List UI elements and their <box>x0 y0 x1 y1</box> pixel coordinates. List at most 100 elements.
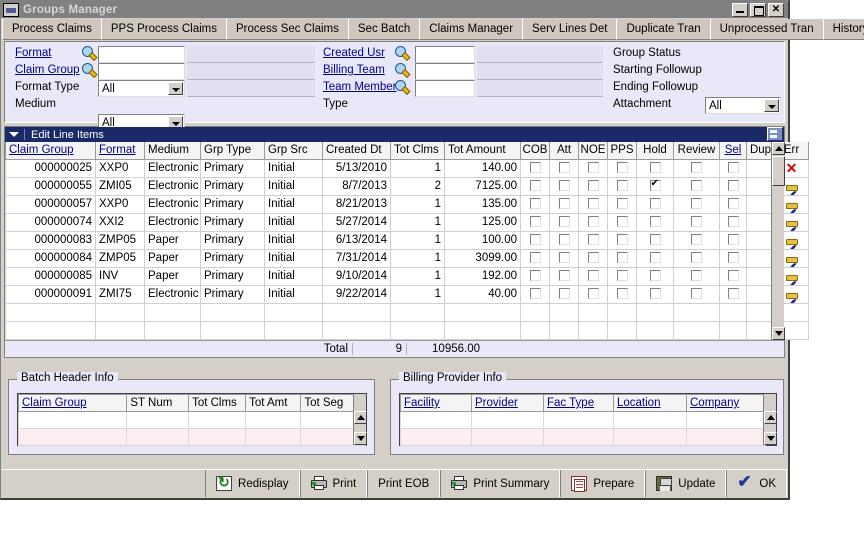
billing-provider-scrollbar[interactable] <box>763 394 777 445</box>
cell-hold-checkbox[interactable] <box>636 285 674 304</box>
cob-checkbox[interactable] <box>529 288 541 300</box>
cell-att-checkbox[interactable] <box>549 195 579 214</box>
cell-claim-group[interactable]: 000000055 <box>5 177 96 196</box>
scroll-down-icon[interactable] <box>764 432 777 445</box>
scroll-thumb[interactable] <box>772 156 785 186</box>
pps-checkbox[interactable] <box>616 198 628 210</box>
cell-review-checkbox[interactable] <box>673 159 720 178</box>
cell-noe-checkbox[interactable] <box>578 195 608 214</box>
group-status-select[interactable]: All <box>705 97 781 114</box>
cell-grp-type[interactable]: Primary <box>200 195 265 214</box>
cell-format[interactable]: XXI2 <box>95 213 145 232</box>
cell-grp-src[interactable] <box>264 303 323 322</box>
cell-cob-checkbox[interactable] <box>520 285 550 304</box>
cell-hold-checkbox[interactable] <box>636 159 674 178</box>
cell-review-checkbox[interactable] <box>673 195 720 214</box>
cell-tot-clms[interactable]: 1 <box>390 285 445 304</box>
cell-medium[interactable]: Electronic <box>144 159 201 178</box>
cell-review-checkbox[interactable] <box>673 321 720 340</box>
cell-tot-amount[interactable]: 7125.00 <box>444 177 521 196</box>
cell-created-dt[interactable]: 5/13/2010 <box>322 159 391 178</box>
cell-review-checkbox[interactable] <box>673 285 720 304</box>
col-batch-claim-group[interactable]: Claim Group <box>17 394 128 412</box>
cell-att-checkbox[interactable] <box>549 177 579 196</box>
cell-tot-amount[interactable]: 125.00 <box>444 213 521 232</box>
cell-sel-checkbox[interactable] <box>719 159 747 178</box>
cell-claim-group[interactable]: 000000057 <box>5 195 96 214</box>
claim-group-link[interactable]: Claim Group <box>15 64 80 76</box>
cell-pps-checkbox[interactable] <box>607 159 637 178</box>
cell-grp-type[interactable]: Primary <box>200 285 265 304</box>
cell-cob-checkbox[interactable] <box>520 195 550 214</box>
noe-checkbox[interactable] <box>587 162 599 174</box>
cell-claim-group[interactable]: 000000083 <box>5 231 96 250</box>
cell-sel-checkbox[interactable] <box>719 285 747 304</box>
created-usr-input[interactable] <box>415 46 475 63</box>
cell-sel-checkbox[interactable] <box>719 231 747 250</box>
col-format[interactable]: Format <box>95 142 145 160</box>
cell-medium[interactable]: Electronic <box>144 213 201 232</box>
noe-checkbox[interactable] <box>587 198 599 210</box>
cell-review-checkbox[interactable] <box>673 231 720 250</box>
hold-checkbox[interactable] <box>649 252 661 264</box>
cell-created-dt[interactable]: 9/10/2014 <box>322 267 391 286</box>
cell-created-dt[interactable]: 8/7/2013 <box>322 177 391 196</box>
cell-cob-checkbox[interactable] <box>520 267 550 286</box>
sel-checkbox[interactable] <box>727 162 739 174</box>
col-cob[interactable]: COB <box>520 142 550 160</box>
cell-grp-src[interactable]: Initial <box>264 195 323 214</box>
cell-hold-checkbox[interactable] <box>636 249 674 268</box>
cell-tot-clms[interactable] <box>390 303 445 322</box>
scroll-down-icon[interactable] <box>354 432 367 445</box>
cell-tot-amount[interactable] <box>444 321 521 340</box>
print-eob-button[interactable]: Print EOB <box>367 470 441 497</box>
cell-cob-checkbox[interactable] <box>520 159 550 178</box>
cell-tot-amount[interactable]: 135.00 <box>444 195 521 214</box>
cell-format[interactable]: ZMP05 <box>95 231 145 250</box>
cell-review-checkbox[interactable] <box>673 177 720 196</box>
review-checkbox[interactable] <box>691 252 702 264</box>
review-checkbox[interactable] <box>691 288 702 300</box>
cell-format[interactable] <box>95 321 145 340</box>
cell-pps-checkbox[interactable] <box>607 267 637 286</box>
cell-cob-checkbox[interactable] <box>520 213 550 232</box>
chevron-down-icon[interactable] <box>764 99 779 112</box>
table-row[interactable] <box>5 321 809 340</box>
format-link[interactable]: Format <box>15 47 51 59</box>
tab-process-claims[interactable]: Process Claims <box>2 19 102 40</box>
created-usr-search-icon[interactable] <box>394 46 409 61</box>
cob-checkbox[interactable] <box>529 162 541 174</box>
cell-claim-group[interactable]: 000000025 <box>5 159 96 178</box>
scroll-down-icon[interactable] <box>772 326 785 340</box>
col-grp-src[interactable]: Grp Src <box>264 142 323 160</box>
claim-group-search-icon[interactable] <box>81 63 96 78</box>
cell-grp-src[interactable]: Initial <box>264 213 323 232</box>
col-grp-type[interactable]: Grp Type <box>200 142 265 160</box>
cell-grp-type[interactable]: Primary <box>200 213 265 232</box>
col-batch-tot-clms[interactable]: Tot Clms <box>188 394 247 412</box>
hold-checkbox[interactable] <box>649 216 661 228</box>
cell-pps-checkbox[interactable] <box>607 177 637 196</box>
col-tot-clms[interactable]: Tot Clms <box>390 142 445 160</box>
pps-checkbox[interactable] <box>616 252 628 264</box>
noe-checkbox[interactable] <box>587 288 599 300</box>
system-menu-icon[interactable] <box>3 2 19 17</box>
cell-created-dt[interactable]: 5/27/2014 <box>322 213 391 232</box>
scroll-up-icon[interactable] <box>764 411 777 424</box>
cell-grp-type[interactable]: Primary <box>200 231 265 250</box>
cell-hold-checkbox[interactable] <box>636 213 674 232</box>
cell-grp-type[interactable] <box>200 321 265 340</box>
cell-tot-amount[interactable]: 100.00 <box>444 231 521 250</box>
cell-claim-group[interactable]: 000000074 <box>5 213 96 232</box>
redisplay-button[interactable]: Redisplay <box>205 470 300 497</box>
cell-att-checkbox[interactable] <box>549 213 579 232</box>
cell-grp-type[interactable]: Primary <box>200 177 265 196</box>
cob-checkbox[interactable] <box>529 270 541 282</box>
col-location[interactable]: Location <box>613 394 687 412</box>
format-search-icon[interactable] <box>81 46 96 61</box>
att-checkbox[interactable] <box>558 180 570 192</box>
cell-tot-amount[interactable]: 3099.00 <box>444 249 521 268</box>
tab-claims-manager[interactable]: Claims Manager <box>420 19 524 40</box>
cell-att-checkbox[interactable] <box>549 267 579 286</box>
sel-checkbox[interactable] <box>727 270 739 282</box>
